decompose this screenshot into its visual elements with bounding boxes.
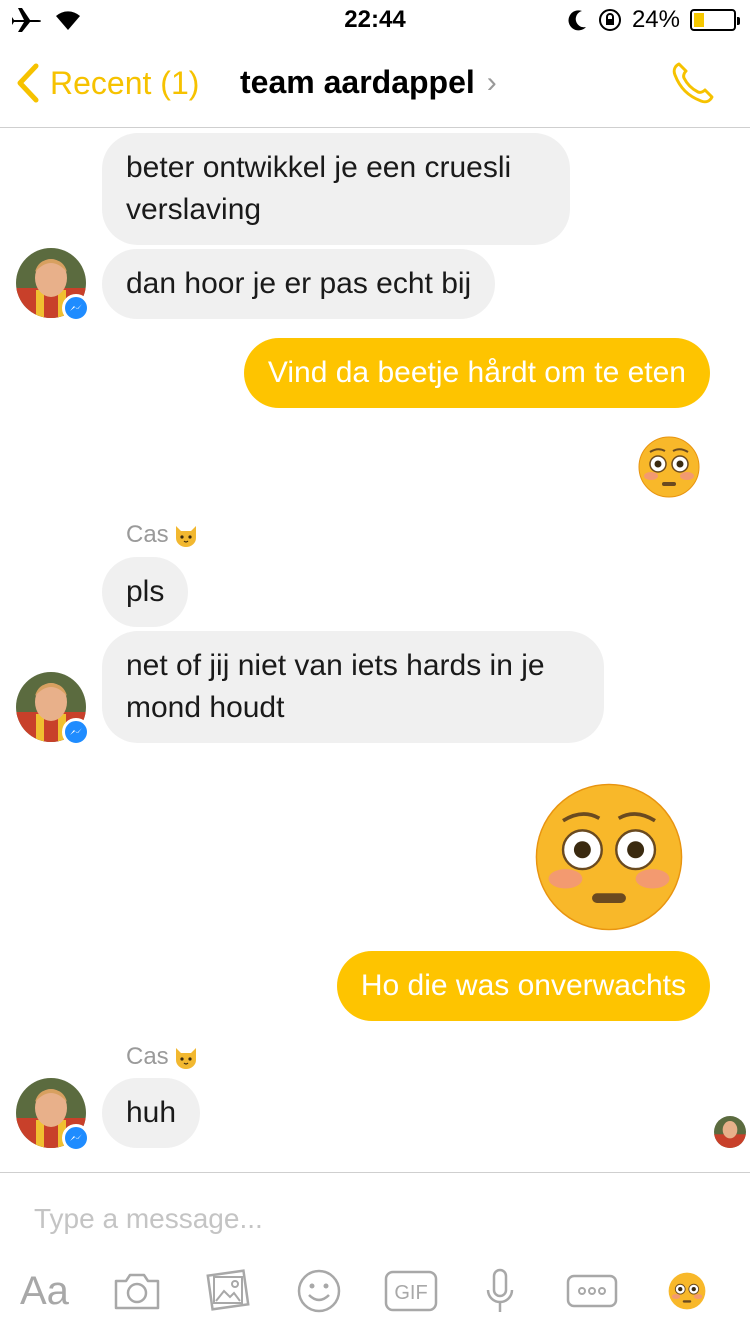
chevron-right-icon: › bbox=[486, 65, 497, 99]
gif-button[interactable]: GIF bbox=[384, 1269, 438, 1313]
message-input[interactable]: Type a message... bbox=[34, 1203, 263, 1235]
rotation-lock-icon bbox=[598, 9, 621, 31]
composer-toolbar: Aa GIF bbox=[0, 1269, 750, 1313]
phone-icon bbox=[672, 62, 714, 104]
battery-fill bbox=[694, 13, 705, 27]
status-right: 24% bbox=[568, 6, 740, 34]
quick-emoji-button[interactable] bbox=[668, 1269, 706, 1313]
back-label: Recent (1) bbox=[50, 64, 200, 101]
avatar[interactable] bbox=[16, 672, 90, 746]
sender-label: Cas bbox=[126, 521, 199, 549]
battery-percent: 24% bbox=[631, 6, 680, 33]
message-bubble-outgoing[interactable]: Vind da beetje hårdt om te eten bbox=[243, 338, 710, 408]
cat-emoji-icon bbox=[175, 526, 196, 547]
messenger-badge-icon bbox=[62, 1124, 90, 1152]
svg-text:GIF: GIF bbox=[394, 1282, 427, 1304]
call-button[interactable] bbox=[670, 60, 716, 111]
flushed-face-emoji-large[interactable] bbox=[534, 782, 684, 937]
message-bubble-incoming[interactable]: dan hoor je er pas echt bij bbox=[102, 249, 496, 319]
flushed-emoji-icon bbox=[668, 1272, 706, 1310]
text-format-button[interactable]: Aa bbox=[20, 1269, 69, 1313]
sender-label: Cas bbox=[126, 1043, 199, 1071]
message-bubble-incoming[interactable]: huh bbox=[102, 1078, 201, 1148]
battery-icon bbox=[690, 9, 740, 31]
sticker-button[interactable] bbox=[296, 1269, 342, 1313]
back-button[interactable]: Recent (1) bbox=[14, 62, 199, 104]
conversation-title: team aardappel bbox=[240, 64, 475, 100]
gallery-button[interactable] bbox=[204, 1269, 252, 1313]
message-bubble-incoming[interactable]: net of jij niet van iets hards in je mon… bbox=[102, 631, 604, 743]
message-bubble-incoming[interactable]: pls bbox=[102, 557, 189, 627]
more-button[interactable] bbox=[566, 1269, 618, 1313]
smiley-icon bbox=[297, 1269, 341, 1313]
messenger-badge-icon bbox=[62, 718, 90, 746]
messenger-badge-icon bbox=[62, 294, 90, 322]
camera-button[interactable] bbox=[112, 1269, 162, 1313]
gif-icon: GIF bbox=[384, 1270, 438, 1312]
more-icon bbox=[566, 1274, 618, 1308]
status-bar: 22:44 24% bbox=[0, 0, 750, 40]
camera-icon bbox=[114, 1273, 160, 1310]
composer: Type a message... Aa GIF bbox=[0, 1172, 750, 1334]
avatar[interactable] bbox=[16, 248, 90, 322]
chevron-left-icon bbox=[17, 63, 39, 103]
sender-name: Cas bbox=[126, 1043, 169, 1070]
navigation-bar: Recent (1) team aardappel › bbox=[0, 40, 750, 128]
message-bubble-outgoing[interactable]: Ho die was onverwachts bbox=[336, 951, 710, 1021]
sender-name: Cas bbox=[126, 521, 169, 548]
avatar[interactable] bbox=[16, 1078, 90, 1152]
message-bubble-incoming[interactable]: beter ontwikkel je een cruesli verslavin… bbox=[102, 133, 570, 245]
gallery-icon bbox=[206, 1269, 250, 1311]
read-receipt-avatar bbox=[714, 1116, 746, 1148]
conversation-title-button[interactable]: team aardappel › bbox=[240, 64, 497, 101]
cat-emoji-icon bbox=[175, 1048, 196, 1069]
microphone-button[interactable] bbox=[484, 1268, 516, 1313]
flushed-face-emoji[interactable] bbox=[638, 436, 700, 503]
moon-icon bbox=[568, 10, 586, 31]
microphone-icon bbox=[486, 1268, 514, 1312]
